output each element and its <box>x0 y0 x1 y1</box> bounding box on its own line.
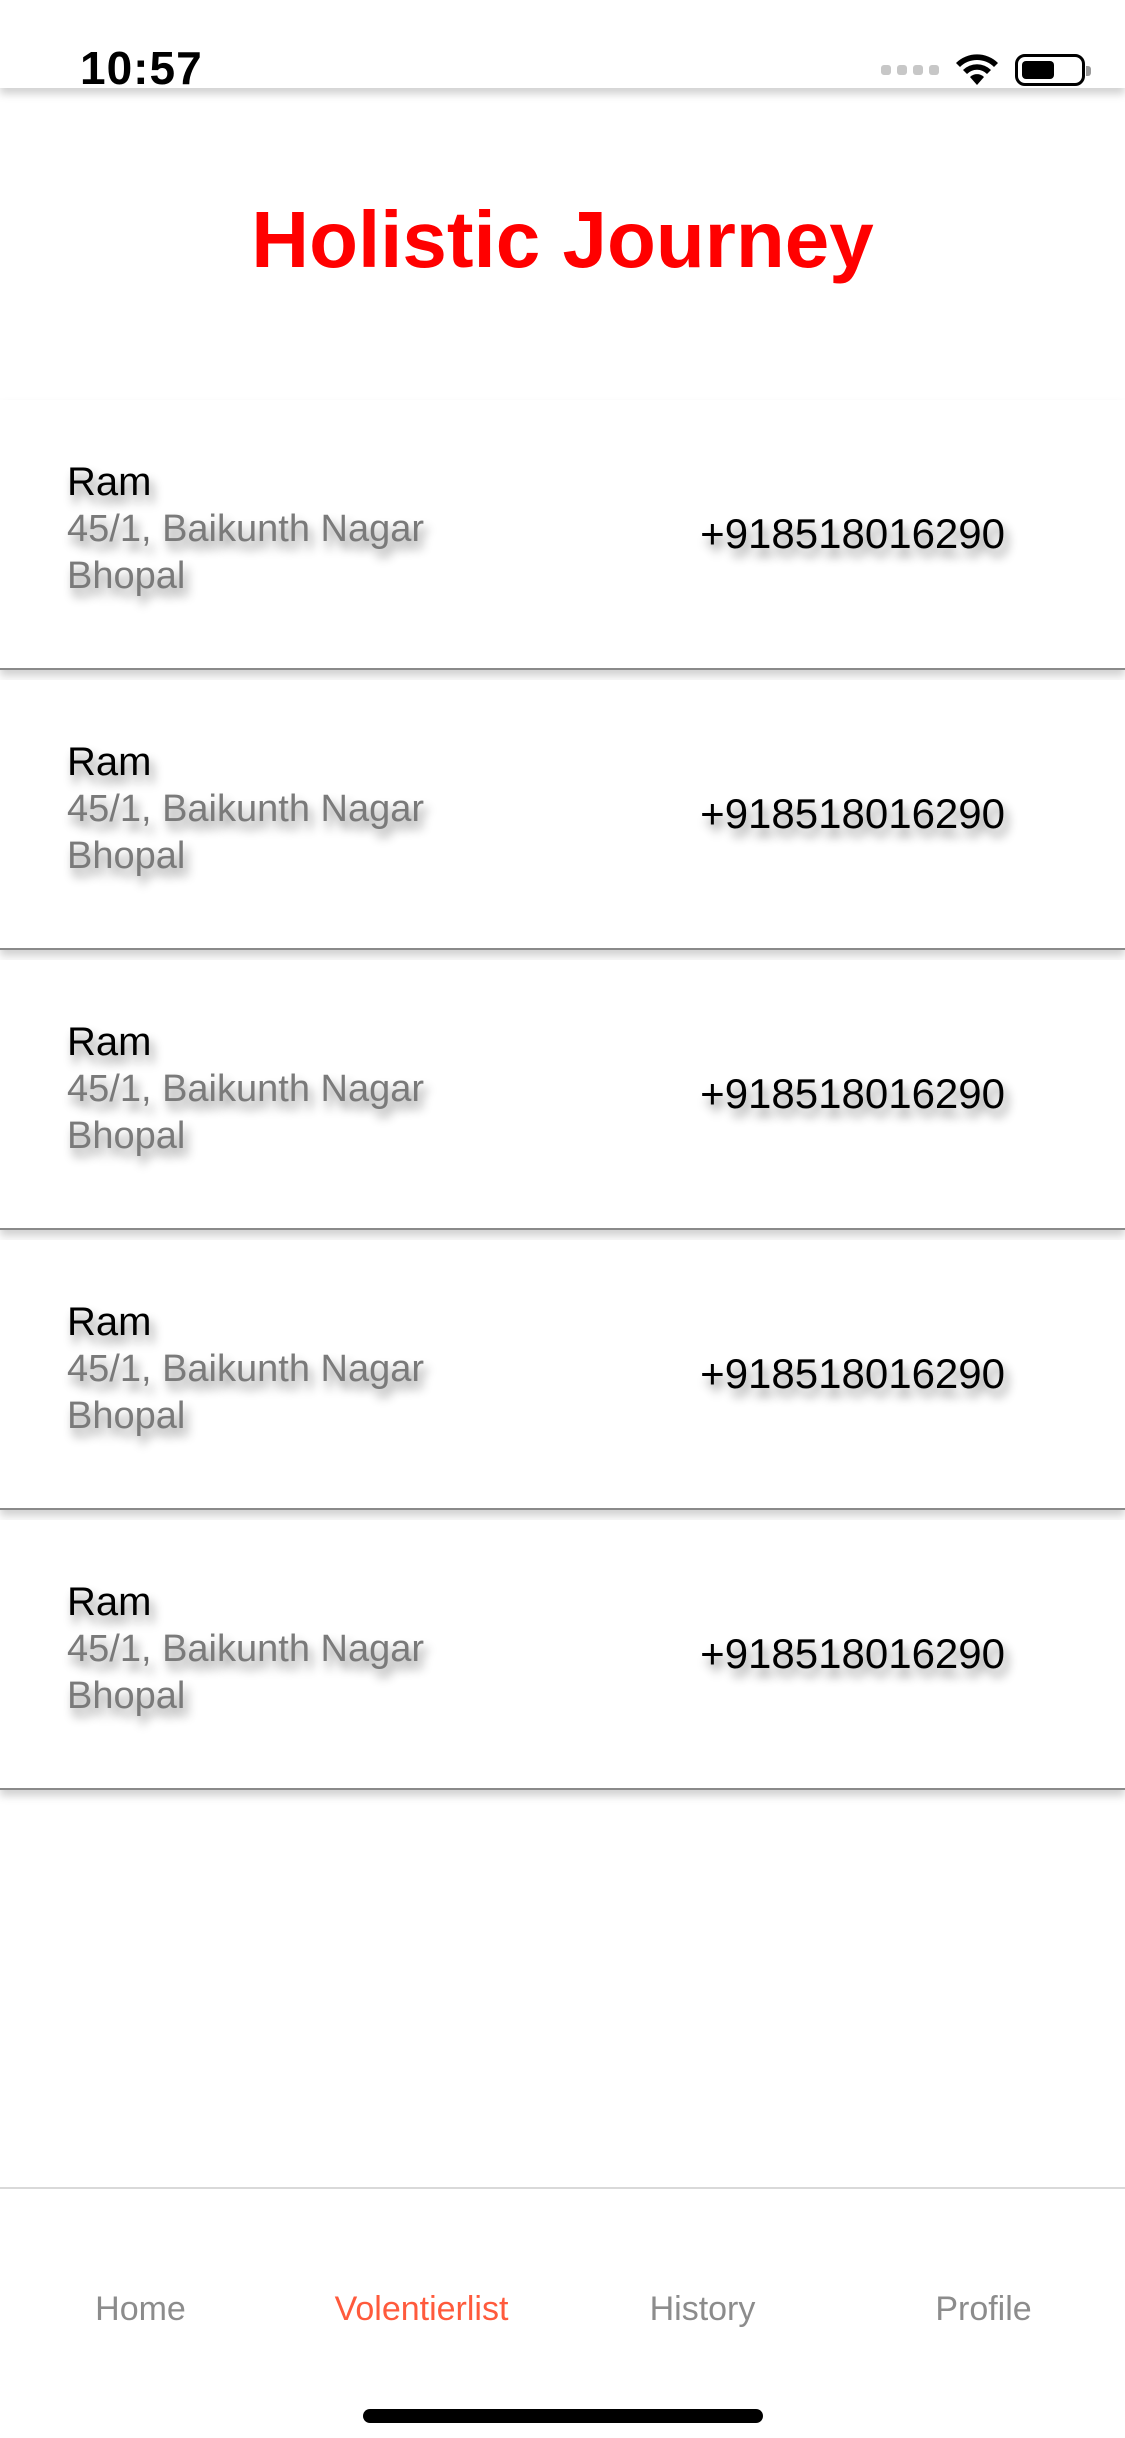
volunteer-info: Ram 45/1, Baikunth Nagar Bhopal <box>67 1578 487 1720</box>
status-icons <box>881 50 1091 90</box>
page-title: Holistic Journey <box>251 195 874 284</box>
volunteer-info: Ram 45/1, Baikunth Nagar Bhopal <box>67 458 487 600</box>
volunteer-phone[interactable]: +918518016290 <box>700 508 1005 560</box>
volunteer-address: 45/1, Baikunth Nagar Bhopal <box>67 1628 425 1717</box>
tab-bar: Home Volentierlist History Profile <box>0 2187 1125 2438</box>
volunteer-list: Ram 45/1, Baikunth Nagar Bhopal +9185180… <box>0 400 1125 1800</box>
tab-volentierlist[interactable]: Volentierlist <box>281 2289 562 2329</box>
volunteer-name: Ram <box>67 1580 152 1624</box>
volunteer-info: Ram 45/1, Baikunth Nagar Bhopal <box>67 1298 487 1440</box>
volunteer-name: Ram <box>67 460 152 504</box>
volunteer-phone[interactable]: +918518016290 <box>700 1348 1005 1400</box>
tab-home[interactable]: Home <box>0 2289 281 2329</box>
volunteer-phone[interactable]: +918518016290 <box>700 1628 1005 1680</box>
volunteer-phone[interactable]: +918518016290 <box>700 1068 1005 1120</box>
battery-icon <box>1015 54 1091 86</box>
volunteer-name: Ram <box>67 1020 152 1064</box>
status-time: 10:57 <box>80 42 203 94</box>
signal-dots-icon <box>881 65 939 75</box>
tab-profile[interactable]: Profile <box>843 2289 1124 2329</box>
volunteer-address: 45/1, Baikunth Nagar Bhopal <box>67 508 425 597</box>
volunteer-phone[interactable]: +918518016290 <box>700 788 1005 840</box>
volunteer-address: 45/1, Baikunth Nagar Bhopal <box>67 1348 425 1437</box>
status-bar: 10:57 <box>0 0 1125 94</box>
wifi-icon <box>956 54 998 85</box>
volunteer-address: 45/1, Baikunth Nagar Bhopal <box>67 788 425 877</box>
list-item[interactable]: Ram 45/1, Baikunth Nagar Bhopal +9185180… <box>0 1240 1125 1510</box>
list-item[interactable]: Ram 45/1, Baikunth Nagar Bhopal +9185180… <box>0 680 1125 950</box>
home-indicator[interactable] <box>363 2409 763 2423</box>
volunteer-name: Ram <box>67 740 152 784</box>
list-item[interactable]: Ram 45/1, Baikunth Nagar Bhopal +9185180… <box>0 960 1125 1230</box>
volunteer-info: Ram 45/1, Baikunth Nagar Bhopal <box>67 738 487 880</box>
list-item[interactable]: Ram 45/1, Baikunth Nagar Bhopal +9185180… <box>0 400 1125 670</box>
volunteer-name: Ram <box>67 1300 152 1344</box>
tab-history[interactable]: History <box>562 2289 843 2329</box>
volunteer-info: Ram 45/1, Baikunth Nagar Bhopal <box>67 1018 487 1160</box>
list-item[interactable]: Ram 45/1, Baikunth Nagar Bhopal +9185180… <box>0 1520 1125 1790</box>
volunteer-address: 45/1, Baikunth Nagar Bhopal <box>67 1068 425 1157</box>
